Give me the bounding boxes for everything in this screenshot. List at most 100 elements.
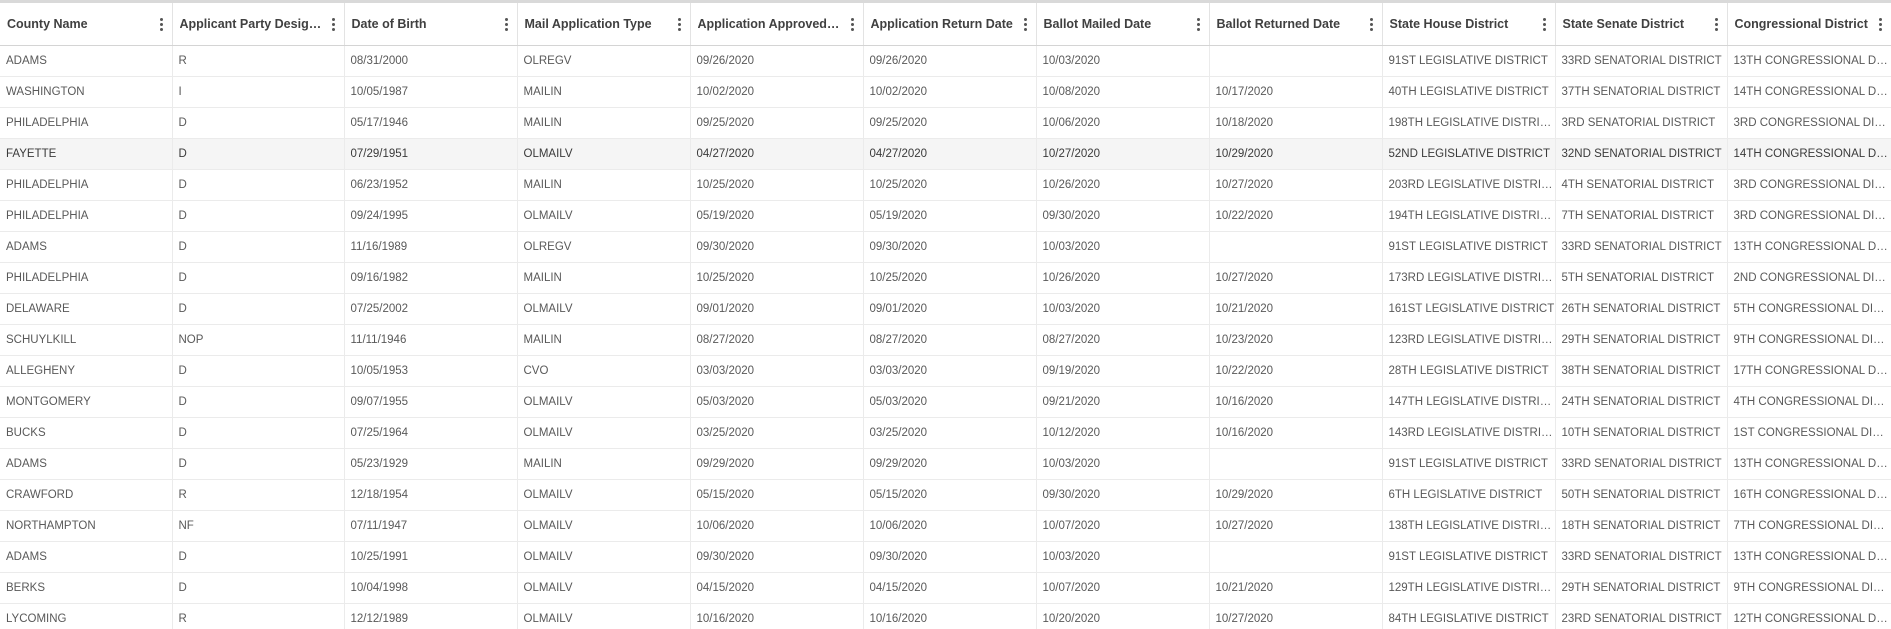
cell-state-senate-district[interactable]: 33RD SENATORIAL DISTRICT	[1555, 231, 1728, 263]
cell-county-name[interactable]: PHILADELPHIA	[0, 200, 173, 232]
cell-application-approved-date[interactable]: 03/03/2020	[690, 355, 864, 387]
cell-applicant-party-designation[interactable]: D	[172, 572, 345, 604]
table-row[interactable]: MONTGOMERY D 09/07/1955 OLMAILV 05/03/2020 05…	[0, 386, 1891, 418]
cell-state-senate-district[interactable]: 37TH SENATORIAL DISTRICT	[1555, 76, 1728, 108]
cell-application-return-date[interactable]: 05/15/2020	[863, 479, 1037, 511]
cell-application-return-date[interactable]: 04/27/2020	[863, 138, 1037, 170]
cell-application-return-date[interactable]: 09/26/2020	[863, 45, 1037, 77]
cell-congressional-district[interactable]: 13TH CONGRESSIONAL DISTRICT	[1727, 448, 1891, 480]
cell-congressional-district[interactable]: 3RD CONGRESSIONAL DISTRICT	[1727, 107, 1891, 139]
cell-applicant-party-designation[interactable]: I	[172, 76, 345, 108]
cell-date-of-birth[interactable]: 05/17/1946	[344, 107, 518, 139]
cell-ballot-returned-date[interactable]: 10/27/2020	[1209, 169, 1383, 201]
cell-application-return-date[interactable]: 05/03/2020	[863, 386, 1037, 418]
cell-applicant-party-designation[interactable]: NOP	[172, 324, 345, 356]
cell-congressional-district[interactable]: 17TH CONGRESSIONAL DISTRICT	[1727, 355, 1891, 387]
cell-application-return-date[interactable]: 10/25/2020	[863, 169, 1037, 201]
cell-congressional-district[interactable]: 4TH CONGRESSIONAL DISTRICT	[1727, 386, 1891, 418]
cell-ballot-mailed-date[interactable]: 09/30/2020	[1036, 200, 1210, 232]
cell-ballot-mailed-date[interactable]: 10/03/2020	[1036, 45, 1210, 77]
cell-application-approved-date[interactable]: 04/27/2020	[690, 138, 864, 170]
cell-state-house-district[interactable]: 203RD LEGISLATIVE DISTRICT	[1382, 169, 1556, 201]
cell-ballot-returned-date[interactable]: 10/21/2020	[1209, 293, 1383, 325]
cell-ballot-returned-date[interactable]: 10/23/2020	[1209, 324, 1383, 356]
cell-applicant-party-designation[interactable]: D	[172, 262, 345, 294]
cell-state-house-district[interactable]: 52ND LEGISLATIVE DISTRICT	[1382, 138, 1556, 170]
cell-congressional-district[interactable]: 9TH CONGRESSIONAL DISTRICT	[1727, 572, 1891, 604]
table-row[interactable]: PHILADELPHIA D 05/17/1946 MAILIN 09/25/2020 0…	[0, 107, 1891, 139]
cell-state-senate-district[interactable]: 33RD SENATORIAL DISTRICT	[1555, 541, 1728, 573]
cell-congressional-district[interactable]: 1ST CONGRESSIONAL DISTRICT	[1727, 417, 1891, 449]
cell-application-return-date[interactable]: 10/25/2020	[863, 262, 1037, 294]
vertical-ellipsis-icon[interactable]	[152, 3, 172, 45]
cell-state-senate-district[interactable]: 7TH SENATORIAL DISTRICT	[1555, 200, 1728, 232]
cell-application-approved-date[interactable]: 08/27/2020	[690, 324, 864, 356]
column-header-congressional-district[interactable]: Congressional District	[1727, 3, 1891, 46]
cell-county-name[interactable]: CRAWFORD	[0, 479, 173, 511]
cell-ballot-mailed-date[interactable]: 10/03/2020	[1036, 448, 1210, 480]
cell-date-of-birth[interactable]: 09/24/1995	[344, 200, 518, 232]
vertical-ellipsis-icon[interactable]	[843, 3, 863, 45]
table-row[interactable]: WASHINGTON I 10/05/1987 MAILIN 10/02/2020 10/…	[0, 76, 1891, 108]
cell-ballot-returned-date[interactable]: 10/22/2020	[1209, 355, 1383, 387]
cell-ballot-mailed-date[interactable]: 10/12/2020	[1036, 417, 1210, 449]
cell-application-approved-date[interactable]: 10/02/2020	[690, 76, 864, 108]
cell-applicant-party-designation[interactable]: D	[172, 355, 345, 387]
cell-ballot-mailed-date[interactable]: 10/27/2020	[1036, 138, 1210, 170]
cell-ballot-mailed-date[interactable]: 10/03/2020	[1036, 293, 1210, 325]
cell-application-return-date[interactable]: 10/06/2020	[863, 510, 1037, 542]
cell-county-name[interactable]: WASHINGTON	[0, 76, 173, 108]
cell-application-approved-date[interactable]: 10/25/2020	[690, 262, 864, 294]
cell-application-approved-date[interactable]: 09/01/2020	[690, 293, 864, 325]
table-row[interactable]: ADAMS D 05/23/1929 MAILIN 09/29/2020 09/29/20…	[0, 448, 1891, 480]
column-header-application-approved-date[interactable]: Application Approved Date	[690, 3, 864, 46]
cell-state-house-district[interactable]: 91ST LEGISLATIVE DISTRICT	[1382, 541, 1556, 573]
table-row[interactable]: SCHUYLKILL NOP 11/11/1946 MAILIN 08/27/2020 0…	[0, 324, 1891, 356]
cell-application-approved-date[interactable]: 05/03/2020	[690, 386, 864, 418]
cell-congressional-district[interactable]: 3RD CONGRESSIONAL DISTRICT	[1727, 200, 1891, 232]
cell-mail-application-type[interactable]: MAILIN	[517, 324, 691, 356]
cell-application-approved-date[interactable]: 05/19/2020	[690, 200, 864, 232]
table-row[interactable]: ADAMS D 10/25/1991 OLMAILV 09/30/2020 09/30/2…	[0, 541, 1891, 573]
cell-ballot-returned-date[interactable]: 10/21/2020	[1209, 572, 1383, 604]
cell-mail-application-type[interactable]: OLMAILV	[517, 479, 691, 511]
cell-county-name[interactable]: ADAMS	[0, 231, 173, 263]
cell-date-of-birth[interactable]: 10/25/1991	[344, 541, 518, 573]
cell-applicant-party-designation[interactable]: D	[172, 107, 345, 139]
cell-state-senate-district[interactable]: 10TH SENATORIAL DISTRICT	[1555, 417, 1728, 449]
cell-state-house-district[interactable]: 147TH LEGISLATIVE DISTRICT	[1382, 386, 1556, 418]
vertical-ellipsis-icon[interactable]	[1707, 3, 1727, 45]
cell-county-name[interactable]: FAYETTE	[0, 138, 173, 170]
cell-county-name[interactable]: SCHUYLKILL	[0, 324, 173, 356]
cell-ballot-mailed-date[interactable]: 09/21/2020	[1036, 386, 1210, 418]
cell-ballot-mailed-date[interactable]: 09/30/2020	[1036, 479, 1210, 511]
table-row[interactable]: PHILADELPHIA D 09/16/1982 MAILIN 10/25/2020 1…	[0, 262, 1891, 294]
cell-county-name[interactable]: ADAMS	[0, 45, 173, 77]
cell-mail-application-type[interactable]: OLMAILV	[517, 417, 691, 449]
cell-ballot-mailed-date[interactable]: 10/03/2020	[1036, 541, 1210, 573]
cell-county-name[interactable]: PHILADELPHIA	[0, 169, 173, 201]
cell-state-house-district[interactable]: 138TH LEGISLATIVE DISTRICT	[1382, 510, 1556, 542]
cell-county-name[interactable]: BERKS	[0, 572, 173, 604]
cell-congressional-district[interactable]: 14TH CONGRESSIONAL DISTRICT	[1727, 76, 1891, 108]
cell-ballot-mailed-date[interactable]: 10/07/2020	[1036, 510, 1210, 542]
cell-applicant-party-designation[interactable]: D	[172, 293, 345, 325]
cell-ballot-returned-date[interactable]: 10/29/2020	[1209, 479, 1383, 511]
cell-mail-application-type[interactable]: OLMAILV	[517, 510, 691, 542]
cell-mail-application-type[interactable]: MAILIN	[517, 76, 691, 108]
cell-state-house-district[interactable]: 91ST LEGISLATIVE DISTRICT	[1382, 448, 1556, 480]
vertical-ellipsis-icon[interactable]	[1535, 3, 1555, 45]
vertical-ellipsis-icon[interactable]	[324, 3, 344, 45]
cell-county-name[interactable]: LYCOMING	[0, 603, 173, 629]
cell-application-approved-date[interactable]: 09/30/2020	[690, 231, 864, 263]
column-header-county-name[interactable]: County Name	[0, 3, 173, 46]
table-row[interactable]: DELAWARE D 07/25/2002 OLMAILV 09/01/2020 09/0…	[0, 293, 1891, 325]
cell-date-of-birth[interactable]: 10/04/1998	[344, 572, 518, 604]
table-row[interactable]: LYCOMING R 12/12/1989 OLMAILV 10/16/2020 10/1…	[0, 603, 1891, 629]
cell-state-senate-district[interactable]: 26TH SENATORIAL DISTRICT	[1555, 293, 1728, 325]
cell-state-house-district[interactable]: 84TH LEGISLATIVE DISTRICT	[1382, 603, 1556, 629]
cell-application-return-date[interactable]: 09/01/2020	[863, 293, 1037, 325]
cell-congressional-district[interactable]: 13TH CONGRESSIONAL DISTRICT	[1727, 231, 1891, 263]
cell-application-approved-date[interactable]: 10/25/2020	[690, 169, 864, 201]
cell-application-return-date[interactable]: 09/29/2020	[863, 448, 1037, 480]
